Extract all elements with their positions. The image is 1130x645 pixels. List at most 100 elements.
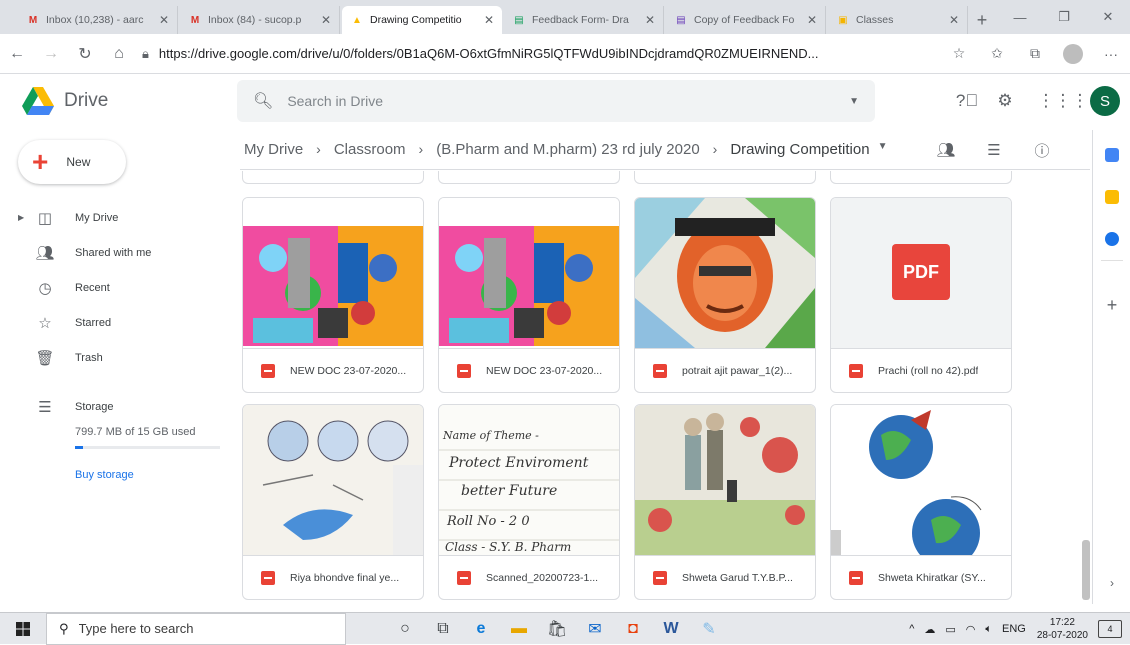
windows-start-icon[interactable] [0,613,46,645]
sidebar-item-label: Recent [75,281,110,294]
more-icon[interactable]: ··· [1092,46,1130,62]
lock-icon: 🔒︎ [142,45,149,61]
scrollbar[interactable] [1082,540,1090,600]
browser-actions: ☆ ✩ ⧉ ··· [940,43,1130,64]
file-card-partial[interactable] [438,171,620,184]
notification-icon[interactable]: 4 [1098,620,1122,638]
star-bookmark-icon[interactable]: ☆ [940,45,978,62]
sidebar-item-starred[interactable]: ☆ Starred [0,305,240,340]
volume-icon[interactable]: 🔈︎ [985,623,992,636]
browser-tab[interactable]: M Inbox (10,238) - aarc ✕ [18,6,178,34]
file-card[interactable]: Name of Theme - Protect Enviroment bette… [438,404,620,600]
settings-gear-icon[interactable]: ⚙ [986,91,1024,111]
breadcrumb-item[interactable]: My Drive [244,141,303,158]
browser-tab[interactable]: ▣ Classes ✕ [828,6,968,34]
store-icon[interactable]: 🛍︎ [538,613,576,645]
file-card-partial[interactable] [634,171,816,184]
keep-icon[interactable] [1093,176,1130,218]
sidebar-item-shared-with-me[interactable]: 👥︎ Shared with me [0,235,240,270]
collections-icon[interactable]: ⧉ [1016,45,1054,62]
close-tab-icon[interactable]: ✕ [484,13,494,27]
tray-chevron-icon[interactable]: ^ [909,623,914,635]
browser-tab[interactable]: ▤ Feedback Form- Dra ✕ [504,6,664,34]
back-icon[interactable]: ← [0,37,34,71]
forms-icon: ▤ [514,14,524,26]
list-view-icon[interactable]: ☰ [970,141,1018,159]
file-thumbnail [635,405,815,555]
close-window-icon[interactable]: ✕ [1086,0,1130,34]
close-tab-icon[interactable]: ✕ [949,13,959,27]
favorites-icon[interactable]: ✩ [978,45,1016,62]
app-name: Drive [64,90,109,111]
address-bar[interactable]: 🔒︎ https://drive.google.com/drive/u/0/fo… [142,40,940,68]
new-button[interactable]: + New [18,140,126,184]
help-icon[interactable]: ?⃝ [948,91,986,111]
folder-menu-caret-icon[interactable]: ▼ [878,141,888,152]
cortana-icon[interactable]: ○ [386,613,424,645]
file-card[interactable]: potrait ajit pawar_1(2)... [634,197,816,393]
close-tab-icon[interactable]: ✕ [321,13,331,27]
file-explorer-icon[interactable]: ▬ [500,613,538,645]
expand-caret-icon[interactable]: ▶ [18,213,24,222]
user-avatar[interactable]: S [1090,86,1120,116]
mail-icon[interactable]: ✉ [576,613,614,645]
profile-icon[interactable] [1054,43,1092,64]
sidebar-item-trash[interactable]: 🗑︎ Trash [0,340,240,375]
language-indicator[interactable]: ENG [1002,623,1026,635]
paint-icon[interactable]: ✎ [690,613,728,645]
file-card[interactable]: NEW DOC 23-07-2020... [438,197,620,393]
buy-storage-link[interactable]: Buy storage [75,469,240,481]
breadcrumb-item[interactable]: Classroom [334,141,406,158]
search-input[interactable] [287,93,850,109]
forward-icon[interactable]: → [34,37,68,71]
file-card[interactable]: Shweta Garud T.Y.B.P... [634,404,816,600]
file-card-partial[interactable] [830,171,1012,184]
maximize-icon[interactable]: ❐ [1042,0,1086,34]
home-icon[interactable]: ⌂ [102,37,136,71]
file-card[interactable]: NEW DOC 23-07-2020... [242,197,424,393]
office-icon[interactable]: ◘ [614,613,652,645]
battery-icon[interactable]: ▭ [945,623,955,636]
info-icon[interactable]: ⓘ [1018,140,1066,161]
sidebar-item-storage[interactable]: ☰ Storage [0,392,240,422]
taskbar-search[interactable]: ⚲ [46,612,346,645]
wifi-icon[interactable]: ◠ [966,623,976,636]
search-options-icon[interactable]: ▼ [849,96,859,107]
edge-icon[interactable]: e [462,613,500,645]
taskbar-search-input[interactable] [78,621,309,636]
close-tab-icon[interactable]: ✕ [159,13,169,27]
reload-icon[interactable]: ↻ [68,37,102,71]
calendar-icon[interactable] [1093,134,1130,176]
file-thumbnail [439,198,619,348]
sidebar-item-my-drive[interactable]: ▶ ◫ My Drive [0,200,240,235]
file-card[interactable]: PDF Prachi (roll no 42).pdf [830,197,1012,393]
minimize-icon[interactable]: — [998,0,1042,34]
clock[interactable]: 17:22 28-07-2020 [1037,616,1088,642]
file-card[interactable]: Riya bhondve final ye... [242,404,424,600]
browser-tab[interactable]: ▲ Drawing Competitio ✕ [342,6,502,34]
apps-grid-icon[interactable]: ⋮⋮⋮ [1038,91,1089,111]
word-icon[interactable]: W [652,613,690,645]
search-icon[interactable]: 🔍︎ [253,91,273,111]
trash-icon: 🗑︎ [35,349,55,367]
shared-people-icon[interactable]: 👥︎ [922,141,970,159]
task-view-icon[interactable]: ⧉ [424,613,462,645]
expand-panel-icon[interactable]: › [1093,562,1130,604]
add-addon-icon[interactable]: + [1093,284,1130,326]
file-card[interactable]: Shweta Khiratkar (SY... [830,404,1012,600]
drive-logo[interactable]: Drive [22,87,237,115]
sidebar-item-recent[interactable]: ◷ Recent [0,270,240,305]
browser-tab[interactable]: M Inbox (84) - sucop.p ✕ [180,6,340,34]
breadcrumb-item[interactable]: (B.Pharm and M.pharm) 23 rd july 2020 [436,141,699,158]
close-tab-icon[interactable]: ✕ [645,13,655,27]
breadcrumb-item[interactable]: Drawing Competition [730,141,869,158]
new-tab-button[interactable]: + [970,6,994,34]
file-card-partial[interactable] [242,171,424,184]
search-box[interactable]: 🔍︎ ▼ [237,80,875,122]
cloud-icon[interactable]: ☁ [924,623,935,636]
browser-tab[interactable]: ▤ Copy of Feedback Fo ✕ [666,6,826,34]
clock-time: 17:22 [1049,617,1075,628]
close-tab-icon[interactable]: ✕ [807,13,817,27]
storage-label: Storage [75,401,114,413]
tasks-icon[interactable] [1093,218,1130,260]
